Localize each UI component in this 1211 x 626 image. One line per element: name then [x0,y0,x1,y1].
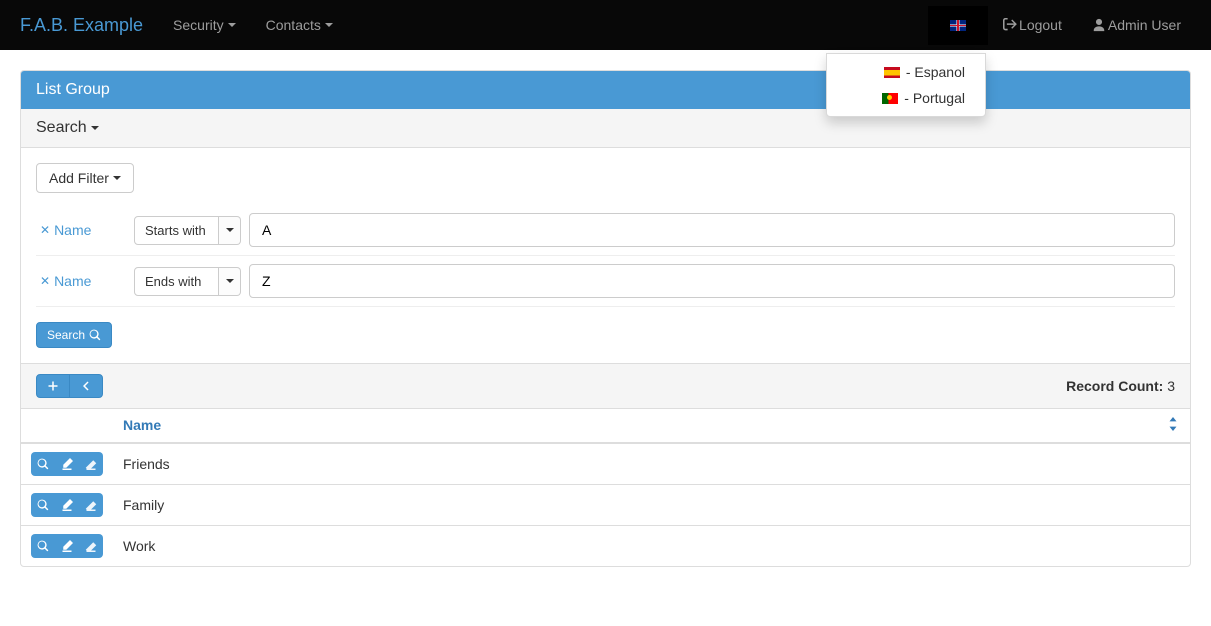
edit-button[interactable] [55,534,79,558]
filter-op-select[interactable]: Ends with [134,267,241,296]
logout-icon [1003,18,1017,32]
view-button[interactable] [31,534,55,558]
close-icon: ✕ [40,274,50,288]
delete-button[interactable] [79,493,103,517]
search-icon [37,458,49,470]
arrow-left-icon [80,380,92,392]
main-container: List Group Search Add Filter ✕ Name Star… [0,50,1211,587]
row-action-group [31,452,103,476]
filter-row: ✕ Name Starts with [36,205,1175,256]
results-table: Name FriendsFamilyWork [21,409,1190,566]
filter-value-input[interactable] [249,213,1175,247]
search-button-row: Search [36,322,1175,348]
navbar-left: F.A.B. Example Security Contacts [15,2,348,48]
search-button-label: Search [47,328,85,342]
close-icon: ✕ [40,223,50,237]
record-count: Record Count: 3 [1066,378,1175,394]
language-dropdown: - Espanol - Portugal [826,53,986,117]
delete-button[interactable] [79,452,103,476]
table-row: Work [21,526,1190,567]
filter-op-select[interactable]: Starts with [134,216,241,245]
navbar-right: Logout Admin User - Espanol - Portugal [928,3,1196,47]
chevron-down-icon [219,216,241,245]
caret-icon [91,126,99,130]
cell-name: Family [113,485,1190,526]
nav-user[interactable]: Admin User [1077,3,1196,47]
toolbar-actions [36,374,103,398]
table-row: Friends [21,443,1190,485]
cell-name: Friends [113,443,1190,485]
delete-button[interactable] [79,534,103,558]
edit-icon [61,499,73,511]
search-toggle[interactable]: Search [21,109,1190,148]
nav-language[interactable] [928,6,988,45]
back-button[interactable] [69,374,103,398]
row-actions [21,443,113,485]
filter-row: ✕ Name Ends with [36,256,1175,307]
add-filter-label: Add Filter [49,170,109,186]
chevron-down-icon [219,267,241,296]
nav-logout-label: Logout [1019,17,1062,33]
brand-link[interactable]: F.A.B. Example [15,15,158,36]
lang-option-es[interactable]: - Espanol [827,59,985,85]
nav-user-label: Admin User [1108,17,1181,33]
record-count-value: 3 [1167,378,1175,394]
edit-button[interactable] [55,493,79,517]
filter-field-label: Name [54,222,91,238]
lang-option-label: - Espanol [906,64,965,80]
search-button[interactable]: Search [36,322,112,348]
eraser-icon [85,499,97,511]
caret-icon [113,176,121,180]
edit-button[interactable] [55,452,79,476]
panel: List Group Search Add Filter ✕ Name Star… [20,70,1191,567]
filter-value-input[interactable] [249,264,1175,298]
search-icon [89,329,101,341]
edit-icon [61,540,73,552]
nav-security-label: Security [173,17,224,33]
col-actions [21,409,113,443]
flag-pt-icon [882,93,898,104]
eraser-icon [85,458,97,470]
plus-icon [47,380,59,392]
record-count-label: Record Count: [1066,378,1163,394]
panel-title: List Group [21,71,1190,109]
row-action-group [31,493,103,517]
sort-icon[interactable] [1166,417,1180,434]
flag-es-icon [884,67,900,78]
edit-icon [61,458,73,470]
eraser-icon [85,540,97,552]
nav-contacts-label: Contacts [266,17,321,33]
filter-op-value: Starts with [134,216,219,245]
search-body: Add Filter ✕ Name Starts with ✕ Name [21,148,1190,363]
add-filter-button[interactable]: Add Filter [36,163,134,193]
filter-remove[interactable]: ✕ Name [36,273,126,289]
list-toolbar: Record Count: 3 [21,363,1190,409]
search-toggle-label: Search [36,119,87,137]
view-button[interactable] [31,493,55,517]
caret-icon [325,23,333,27]
flag-gb-icon [950,20,966,31]
nav-security[interactable]: Security [158,2,251,48]
user-icon [1092,18,1106,32]
row-actions [21,485,113,526]
navbar: F.A.B. Example Security Contacts Logout … [0,0,1211,50]
table-row: Family [21,485,1190,526]
search-icon [37,499,49,511]
add-button[interactable] [36,374,70,398]
lang-option-label: - Portugal [904,90,965,106]
col-name-link[interactable]: Name [123,417,161,433]
row-action-group [31,534,103,558]
col-name[interactable]: Name [113,409,1190,443]
caret-icon [228,23,236,27]
filter-op-value: Ends with [134,267,219,296]
search-icon [37,540,49,552]
filter-remove[interactable]: ✕ Name [36,222,126,238]
row-actions [21,526,113,567]
nav-logout[interactable]: Logout [988,3,1077,47]
lang-option-pt[interactable]: - Portugal [827,85,985,111]
cell-name: Work [113,526,1190,567]
filter-field-label: Name [54,273,91,289]
nav-contacts[interactable]: Contacts [251,2,348,48]
view-button[interactable] [31,452,55,476]
